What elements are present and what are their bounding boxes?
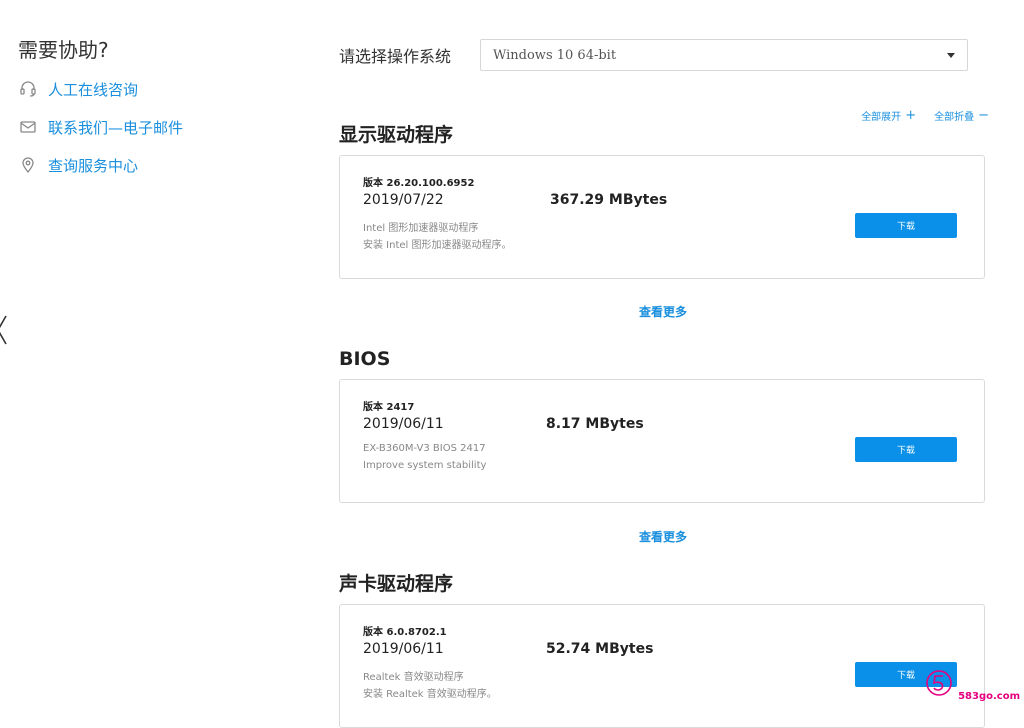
driver-card: 版本 6.0.8702.1 2019/06/11 52.74 MBytes Re… (339, 604, 985, 728)
chevron-left-icon[interactable] (0, 312, 10, 348)
driver-download-main: 请选择操作系统 Windows 10 64-bit 全部展开 + 全部折叠 − … (339, 38, 989, 728)
expand-all-label: 全部展开 (861, 112, 902, 123)
section-title: BIOS (339, 348, 391, 370)
section-audio-driver: 声卡驱动程序 (339, 571, 987, 597)
section-bios: BIOS (339, 346, 987, 372)
site-watermark: 583go.com (924, 668, 1020, 702)
driver-size: 8.17 MBytes (546, 416, 644, 432)
email-contact-link[interactable]: 联系我们—电子邮件 (18, 116, 298, 138)
view-more-link[interactable]: 查看更多 (339, 303, 987, 320)
driver-description: Realtek 音效驱动程序 (363, 672, 464, 683)
driver-description: EX-B360M-V3 BIOS 2417 (363, 443, 486, 454)
driver-date: 2019/06/11 (363, 641, 444, 657)
service-center-link[interactable]: 查询服务中心 (18, 154, 298, 176)
driver-description: Intel 图形加速器驱动程序 (363, 223, 479, 234)
plus-icon: + (905, 107, 917, 123)
watermark-logo-icon (924, 668, 954, 702)
location-pin-icon (18, 155, 38, 175)
os-selector-label: 请选择操作系统 (339, 47, 452, 66)
online-chat-link[interactable]: 人工在线咨询 (18, 78, 298, 100)
driver-description-detail: 安装 Realtek 音效驱动程序。 (363, 689, 497, 700)
help-sidebar: 需要协助? 人工在线咨询 联系我们—电子邮件 查询服务中心 (18, 36, 298, 192)
collapse-all-button[interactable]: 全部折叠 − (934, 107, 989, 124)
driver-size: 367.29 MBytes (550, 192, 668, 208)
driver-version: 版本 26.20.100.6952 (363, 178, 475, 189)
driver-size: 52.74 MBytes (546, 641, 654, 657)
driver-date: 2019/06/11 (363, 416, 444, 432)
email-contact-label: 联系我们—电子邮件 (48, 118, 184, 137)
section-title: 显示驱动程序 (339, 124, 454, 146)
online-chat-label: 人工在线咨询 (48, 80, 139, 99)
expand-collapse-controls: 全部展开 + 全部折叠 − (861, 107, 989, 124)
os-dropdown[interactable]: Windows 10 64-bit (480, 39, 968, 71)
driver-version: 版本 2417 (363, 402, 415, 413)
headset-icon (18, 79, 38, 99)
caret-down-icon (947, 52, 955, 58)
mail-icon (18, 117, 38, 137)
os-dropdown-value: Windows 10 64-bit (493, 47, 617, 63)
driver-description-detail: 安装 Intel 图形加速器驱动程序。 (363, 240, 512, 251)
service-center-label: 查询服务中心 (48, 156, 139, 175)
driver-date: 2019/07/22 (363, 192, 444, 208)
os-selector-row: 请选择操作系统 Windows 10 64-bit (339, 38, 989, 72)
download-button[interactable]: 下载 (855, 213, 957, 238)
watermark-text: 583go.com (958, 691, 1020, 702)
collapse-all-label: 全部折叠 (934, 112, 975, 123)
driver-card: 版本 26.20.100.6952 2019/07/22 367.29 MByt… (339, 155, 985, 279)
section-title: 声卡驱动程序 (339, 573, 454, 595)
driver-description-detail: Improve system stability (363, 460, 487, 471)
download-button[interactable]: 下载 (855, 437, 957, 462)
driver-card: 版本 2417 2019/06/11 8.17 MBytes EX-B360M-… (339, 379, 985, 503)
minus-icon: − (978, 107, 989, 123)
section-display-driver: 显示驱动程序 (339, 122, 987, 148)
driver-version: 版本 6.0.8702.1 (363, 627, 447, 638)
expand-all-button[interactable]: 全部展开 + (861, 107, 917, 124)
help-title: 需要协助? (18, 38, 109, 62)
view-more-link[interactable]: 查看更多 (339, 528, 987, 545)
